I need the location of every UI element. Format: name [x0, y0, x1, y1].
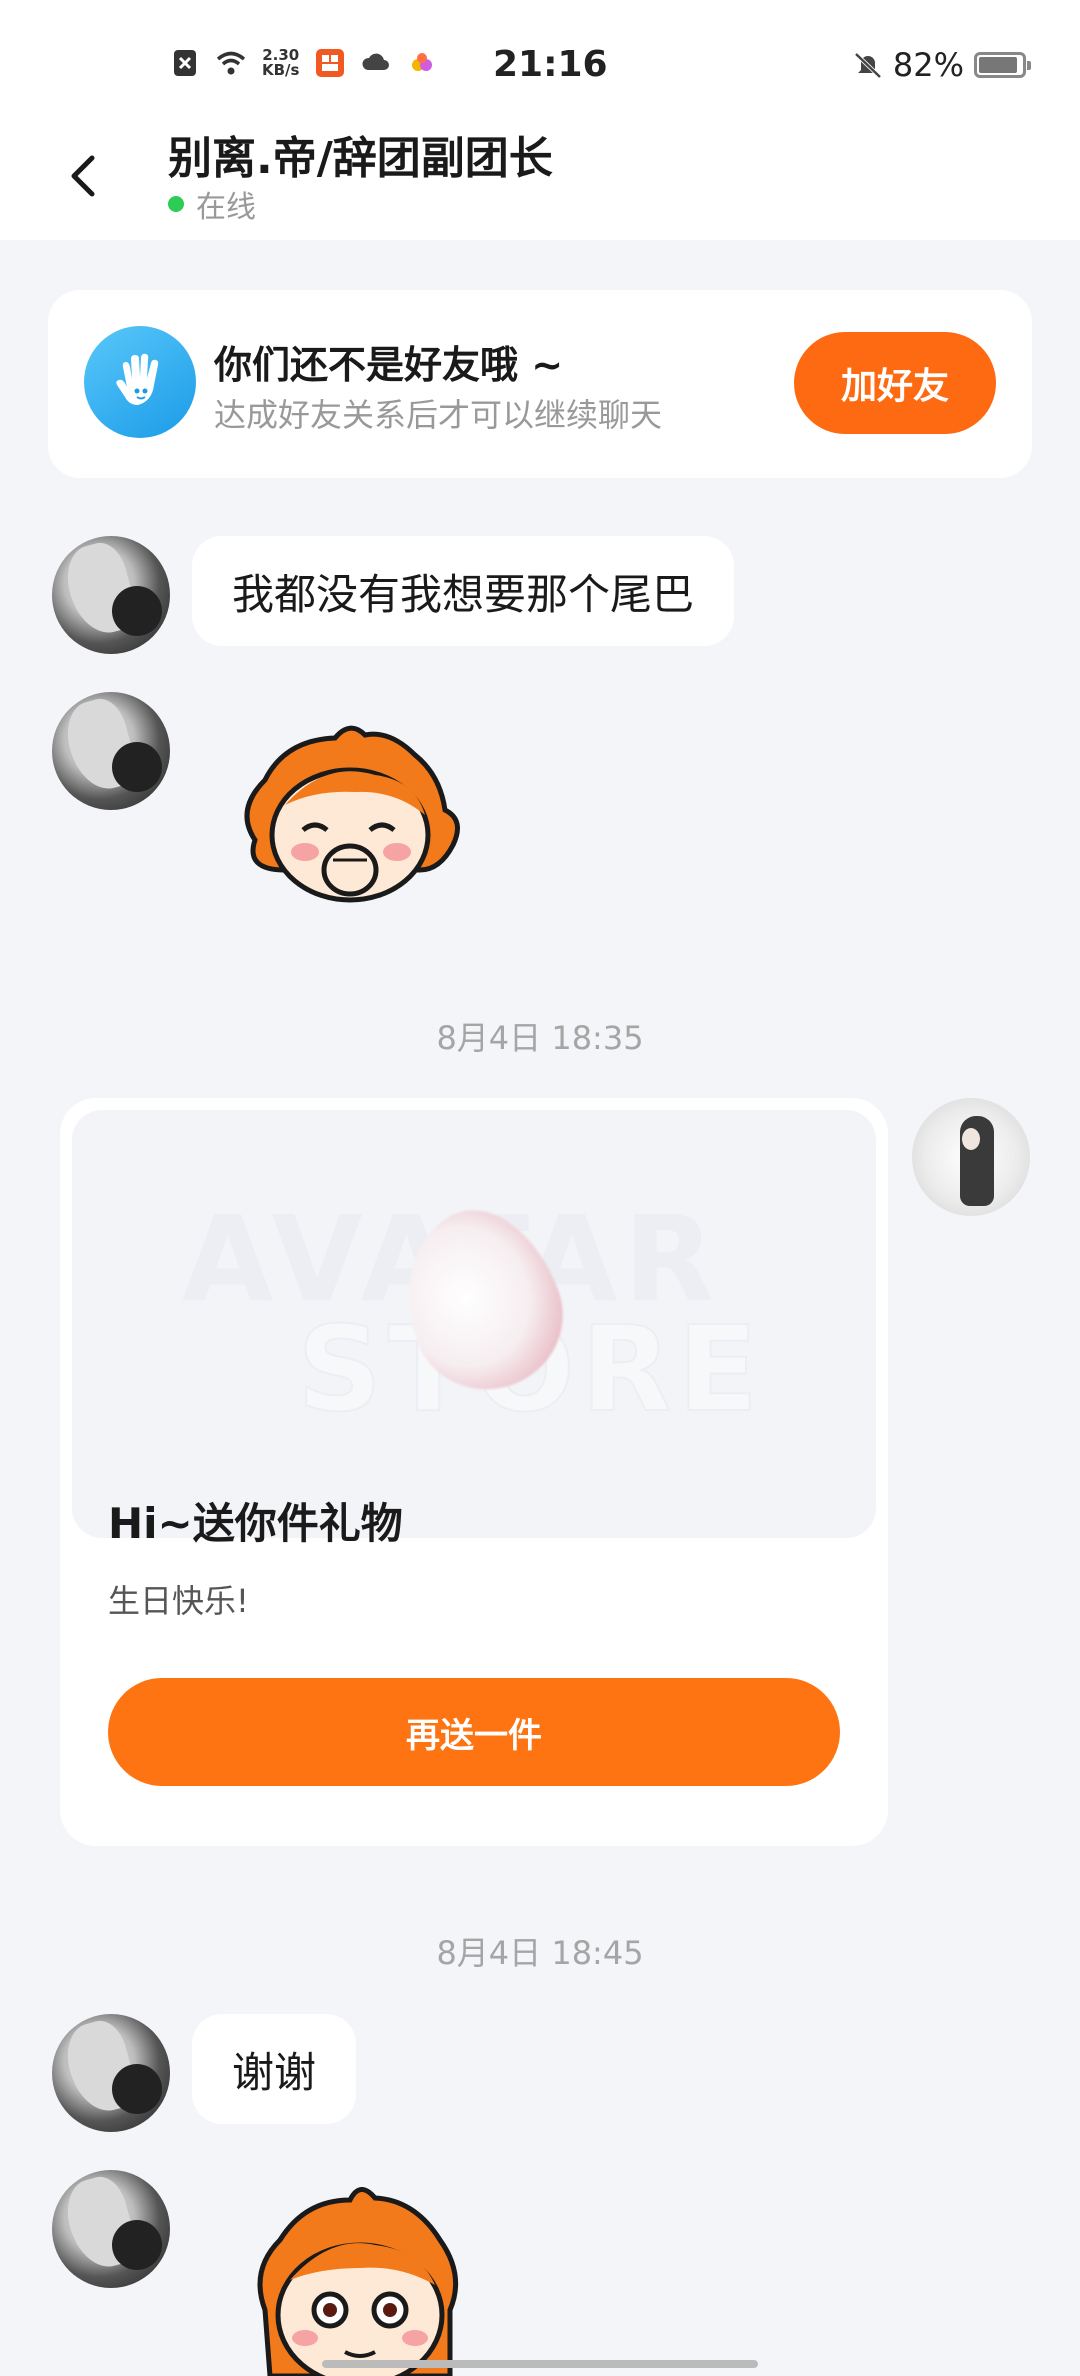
timestamp: 8月4日 18:35: [436, 1019, 644, 1057]
contact-avatar[interactable]: [52, 2170, 170, 2288]
add-friend-button[interactable]: 加好友: [794, 332, 996, 434]
notice-title: 你们还不是好友哦 ~: [214, 343, 564, 387]
clock: 21:16: [493, 44, 608, 85]
battery-percent: 82%: [892, 46, 964, 84]
online-status: 在线: [168, 182, 256, 226]
battery-fill: [979, 57, 1017, 73]
network-speed: 2.30 KB/s: [262, 48, 299, 78]
avatar-detail: [962, 1128, 980, 1150]
online-status-text: 在线: [196, 190, 256, 225]
message-bubble[interactable]: 谢谢: [192, 2014, 357, 2124]
avatar-detail: [112, 742, 162, 792]
message-text: 我都没有我想要那个尾巴: [232, 569, 695, 619]
cloud-icon: [362, 53, 390, 70]
mute-bell-icon: [854, 52, 882, 79]
gift-title: Hi~送你件礼物: [108, 1499, 403, 1548]
contact-avatar[interactable]: [52, 536, 170, 654]
close-notification-icon: [174, 50, 196, 76]
contact-avatar[interactable]: [52, 692, 170, 810]
online-dot: [168, 196, 184, 212]
wifi-icon: [216, 51, 246, 75]
chat-header: 别离.帝/辞团副团长 在线: [0, 110, 1080, 240]
network-speed-unit: KB/s: [262, 61, 300, 79]
contact-avatar[interactable]: [52, 2014, 170, 2132]
avatar-detail: [112, 2220, 162, 2270]
gift-card[interactable]: AVATAR STORE Hi~送你件礼物 生日快乐! 再送一件: [60, 1098, 888, 1846]
home-indicator[interactable]: [322, 2360, 758, 2368]
back-arrow-icon[interactable]: [50, 140, 120, 210]
status-icons-left: 2.30 KB/s: [170, 48, 437, 78]
timestamp: 8月4日 18:45: [436, 1934, 644, 1972]
avatar-detail: [112, 2064, 162, 2114]
app-notification-icon: [316, 49, 345, 77]
wave-hand-icon: [84, 326, 196, 438]
battery-icon: [974, 52, 1031, 78]
message-text: 谢谢: [232, 2047, 317, 2097]
laughing-character-sticker[interactable]: [225, 720, 475, 920]
notice-subtitle: 达成好友关系后才可以继续聊天: [214, 396, 663, 434]
gift-image: AVATAR STORE: [72, 1110, 876, 1538]
my-avatar[interactable]: [912, 1098, 1030, 1216]
surprised-character-sticker[interactable]: [235, 2180, 485, 2376]
chat-title: 别离.帝/辞团副团长: [168, 133, 553, 184]
gift-message: 生日快乐!: [108, 1582, 249, 1620]
not-friends-notice: 你们还不是好友哦 ~ 达成好友关系后才可以继续聊天 加好友: [48, 290, 1032, 478]
status-icons-right: 82%: [853, 46, 1031, 84]
color-dots-icon: [412, 53, 433, 71]
send-again-button[interactable]: 再送一件: [108, 1678, 840, 1786]
avatar-detail: [112, 586, 162, 636]
message-bubble[interactable]: 我都没有我想要那个尾巴: [192, 536, 735, 646]
